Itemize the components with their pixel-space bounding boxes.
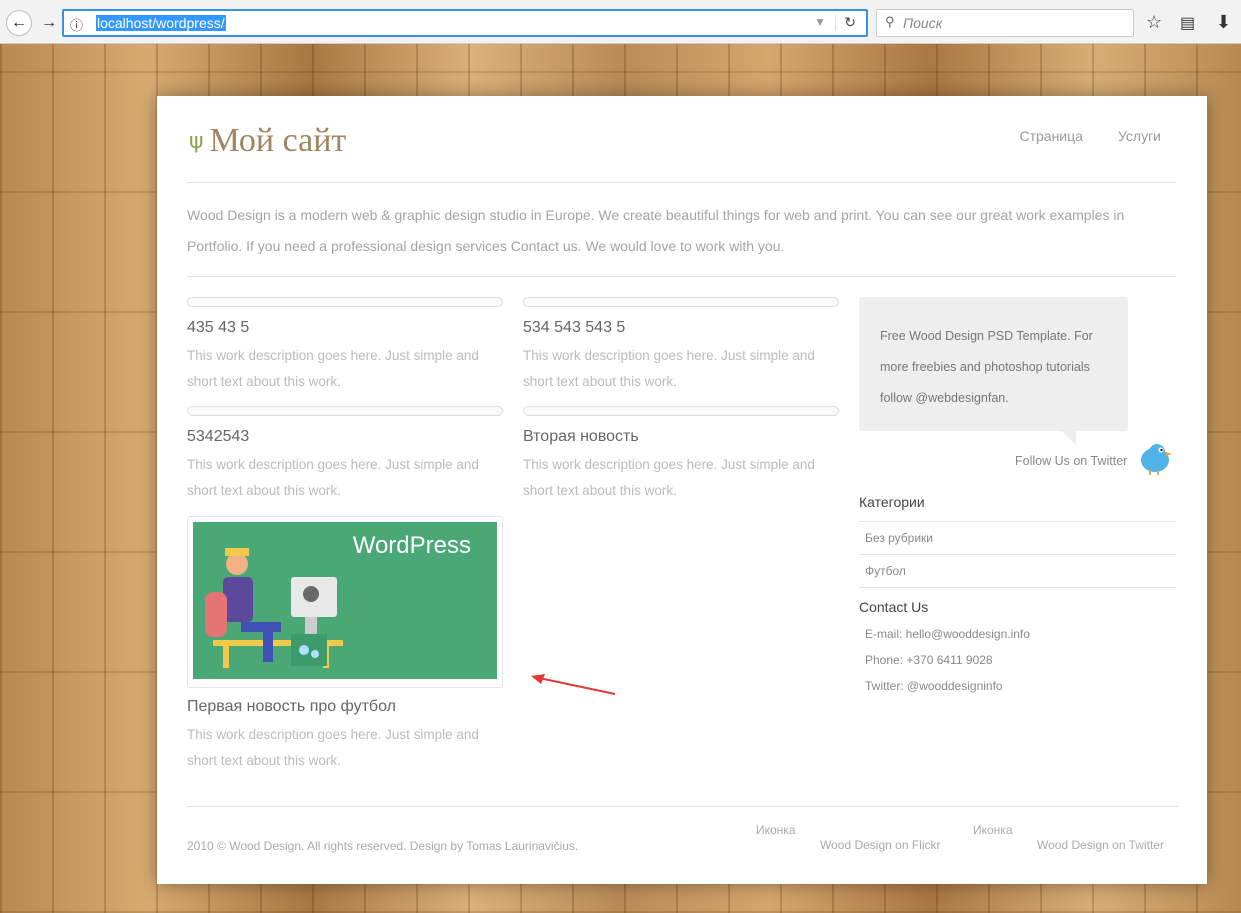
- wordpress-illustration: WordPress: [193, 522, 497, 679]
- contact-email: E-mail: hello@wooddesign.info: [865, 627, 1030, 641]
- menu-item-page[interactable]: Страница: [1019, 128, 1082, 144]
- annotation-arrow-icon: [531, 674, 616, 695]
- post-description: This work description goes here. Just si…: [187, 348, 479, 389]
- flickr-icon[interactable]: Иконка: [756, 823, 796, 837]
- post-description: This work description goes here. Just si…: [187, 457, 479, 498]
- bookmark-star-icon[interactable]: ☆: [1146, 12, 1162, 33]
- category-item[interactable]: Футбол: [859, 554, 1176, 586]
- post-title[interactable]: Вторая новость: [523, 428, 839, 446]
- tweet-text: Free Wood Design PSD Template. For more …: [880, 329, 1093, 405]
- post-title[interactable]: 5342543: [187, 428, 503, 446]
- post-title[interactable]: 534 543 543 5: [523, 319, 839, 337]
- search-icon: ⚲: [885, 14, 895, 29]
- post-image-bar[interactable]: [187, 297, 503, 307]
- search-box[interactable]: ⚲ Поиск: [876, 9, 1134, 37]
- grass-logo-icon: ψ: [189, 128, 204, 154]
- back-button[interactable]: ←: [6, 10, 32, 36]
- post-description: This work description goes here. Just si…: [187, 727, 479, 768]
- post-item: 5342543 This work description goes here.…: [187, 406, 503, 504]
- post-item: 534 543 543 5 This work description goes…: [523, 297, 839, 395]
- post-image-bar[interactable]: [187, 406, 503, 416]
- developer-illustration-icon: [205, 548, 343, 668]
- footer-twitter-link[interactable]: Wood Design on Twitter: [1037, 838, 1164, 852]
- bubble-tail: [1062, 431, 1076, 445]
- contact-phone: Phone: +370 6411 9028: [865, 653, 993, 667]
- post-item: 435 43 5 This work description goes here…: [187, 297, 503, 395]
- site-page: ψ Мой сайт Страница Услуги Wood Design i…: [157, 96, 1207, 884]
- main-menu: Страница Услуги: [1019, 128, 1161, 144]
- twitter-icon[interactable]: Иконка: [973, 823, 1013, 837]
- post-thumbnail[interactable]: WordPress: [187, 516, 503, 688]
- intro-text: Wood Design is a modern web & graphic de…: [187, 207, 1125, 254]
- contact-title: Contact Us: [859, 599, 929, 615]
- download-icon[interactable]: ⬇: [1216, 12, 1231, 33]
- footer-flickr-link[interactable]: Wood Design on Flickr: [820, 838, 941, 852]
- post-description: This work description goes here. Just si…: [523, 348, 815, 389]
- forward-button[interactable]: →: [36, 10, 62, 36]
- dropdown-icon[interactable]: ▼: [814, 15, 826, 29]
- search-placeholder: Поиск: [903, 15, 943, 31]
- twitter-bird-icon[interactable]: [1135, 438, 1173, 476]
- tweet-bubble: Free Wood Design PSD Template. For more …: [859, 297, 1128, 445]
- reading-list-icon[interactable]: ▤: [1180, 13, 1195, 33]
- divider: [187, 182, 1176, 183]
- reload-icon[interactable]: ↻: [844, 14, 856, 31]
- post-title[interactable]: 435 43 5: [187, 319, 503, 337]
- categories-title: Категории: [859, 494, 925, 510]
- follow-twitter-link[interactable]: Follow Us on Twitter: [1015, 454, 1127, 468]
- separator: [835, 15, 836, 31]
- address-bar[interactable]: ⓘ localhost/wordpress/ ▼ ↻: [62, 9, 868, 37]
- footer-divider: [187, 806, 1179, 807]
- divider: [187, 276, 1176, 277]
- browser-toolbar: ← → ⓘ localhost/wordpress/ ▼ ↻ ⚲ Поиск ☆…: [0, 0, 1241, 44]
- post-title[interactable]: Первая новость про футбол: [187, 698, 503, 716]
- url-text[interactable]: localhost/wordpress/: [96, 15, 226, 31]
- footer-copyright: 2010 © Wood Design. All rights reserved.…: [187, 839, 579, 853]
- post-item: Первая новость про футбол This work desc…: [187, 698, 503, 774]
- post-description: This work description goes here. Just si…: [523, 457, 815, 498]
- site-logo[interactable]: ψ Мой сайт: [189, 122, 346, 160]
- info-icon[interactable]: ⓘ: [70, 15, 83, 34]
- post-image-bar[interactable]: [523, 297, 839, 307]
- menu-item-services[interactable]: Услуги: [1118, 128, 1161, 144]
- divider: [859, 587, 1176, 588]
- post-image-bar[interactable]: [523, 406, 839, 416]
- contact-twitter: Twitter: @wooddesigninfo: [865, 679, 1003, 693]
- back-arrow-icon: ←: [11, 14, 27, 31]
- site-title[interactable]: Мой сайт: [210, 122, 347, 160]
- forward-arrow-icon: →: [41, 14, 57, 31]
- category-item[interactable]: Без рубрики: [859, 521, 1176, 553]
- post-item: Вторая новость This work description goe…: [523, 406, 839, 504]
